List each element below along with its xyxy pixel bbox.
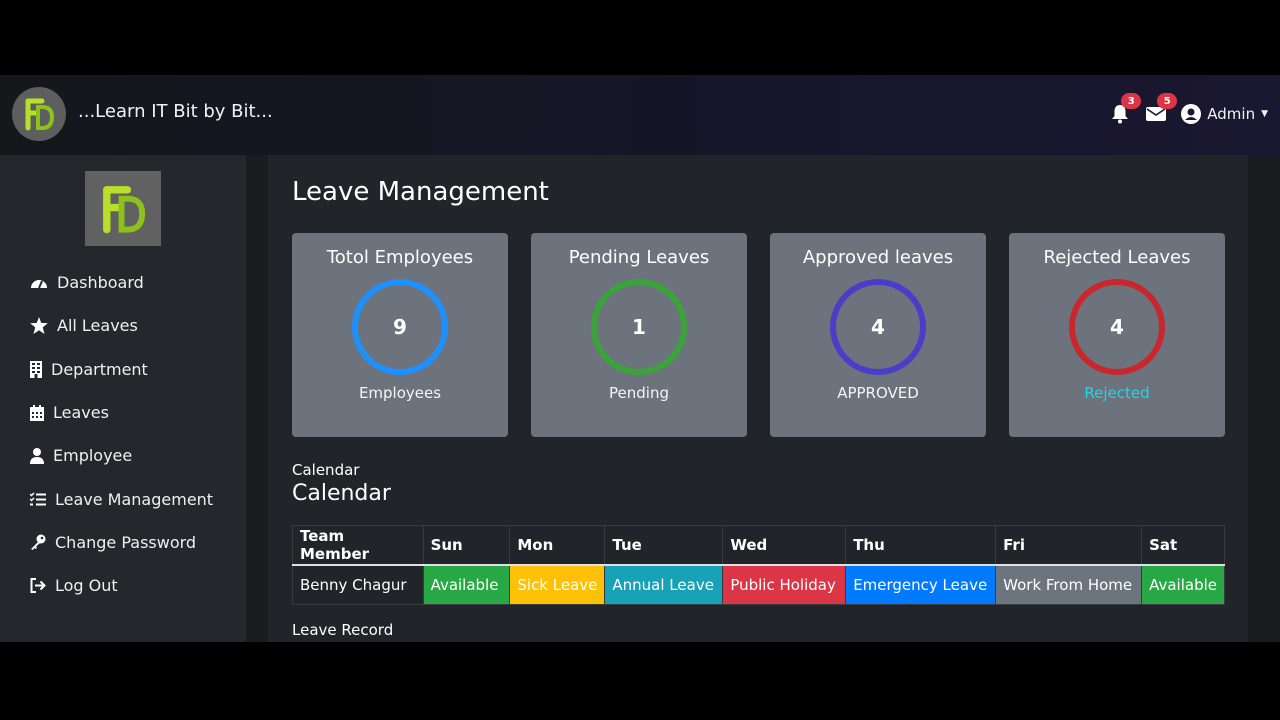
- user-menu-dropdown[interactable]: Admin ▼: [1181, 104, 1268, 124]
- fd-logo-icon: [25, 98, 55, 131]
- column-header: Sun: [422, 525, 511, 566]
- column-header: Fri: [995, 525, 1143, 566]
- sidebar-item-employee[interactable]: Employee: [0, 434, 246, 477]
- right-gutter: [1248, 155, 1280, 642]
- notifications-button[interactable]: 3: [1109, 93, 1142, 125]
- card-title: Totol Employees: [326, 247, 474, 268]
- star-icon: [30, 317, 48, 335]
- calendar-heading: Calendar: [292, 481, 391, 506]
- sidebar-item-leave-management[interactable]: Leave Management: [0, 477, 246, 520]
- sidebar-logo: [85, 171, 161, 246]
- notifications-badge: 3: [1121, 93, 1142, 109]
- sidebar-item-label: All Leaves: [57, 316, 138, 336]
- day-status-cell: Annual Leave: [604, 564, 724, 605]
- sidebar-item-label: Log Out: [55, 576, 118, 596]
- sidebar-menu: Dashboard All Leaves Department Leaves E…: [0, 261, 246, 607]
- card-ring: 4: [1069, 279, 1165, 375]
- sidebar-item-label: Change Password: [55, 532, 197, 552]
- stat-card-pending-leaves: Pending Leaves 1 Pending: [531, 233, 747, 437]
- card-value: 1: [632, 315, 646, 339]
- main-content: Leave Management Totol Employees 9 Emplo…: [268, 155, 1248, 642]
- card-ring: 4: [830, 279, 926, 375]
- card-value: 4: [1110, 315, 1124, 339]
- column-header: Team Member: [292, 525, 424, 566]
- day-status-cell: Available: [1141, 564, 1225, 605]
- sidebar-gutter: [246, 155, 268, 642]
- column-header: Sat: [1141, 525, 1225, 566]
- sidebar-item-change-password[interactable]: Change Password: [0, 521, 246, 564]
- messages-button[interactable]: 5: [1145, 93, 1178, 125]
- top-navbar: ...Learn IT Bit by Bit... 3 5 Admin ▼: [0, 75, 1280, 155]
- fd-logo-large-icon: [103, 185, 146, 233]
- sidebar-item-department[interactable]: Department: [0, 348, 246, 391]
- key-icon: [31, 534, 46, 551]
- card-value: 9: [393, 315, 407, 339]
- sidebar-item-log-out[interactable]: Log Out: [0, 564, 246, 607]
- logout-icon: [30, 578, 46, 594]
- caret-down-icon: ▼: [1261, 109, 1268, 119]
- card-ring: 1: [591, 279, 687, 375]
- column-header: Mon: [509, 525, 606, 566]
- sidebar-item-label: Employee: [53, 446, 133, 466]
- stat-cards: Totol Employees 9 Employees Pending Leav…: [292, 233, 1225, 437]
- calendar-header-row: Team Member Sun Mon Tue Wed Thu Fri Sat: [292, 525, 1225, 566]
- card-subtitle: Employees: [358, 384, 442, 402]
- dashboard-icon: [31, 279, 47, 289]
- day-status-cell: Sick Leave: [509, 564, 606, 605]
- calendar-table: Team Member Sun Mon Tue Wed Thu Fri Sat …: [292, 525, 1225, 605]
- column-header: Wed: [722, 525, 847, 566]
- card-value: 4: [871, 315, 885, 339]
- sidebar-item-leaves[interactable]: Leaves: [0, 391, 246, 434]
- sidebar-item-label: Department: [51, 359, 148, 379]
- card-title: Approved leaves: [802, 247, 954, 268]
- sidebar-item-label: Leaves: [53, 403, 109, 423]
- user-name: Admin: [1207, 105, 1256, 123]
- user-circle-icon: [1181, 104, 1202, 124]
- user-icon: [30, 447, 44, 464]
- card-title: Pending Leaves: [568, 247, 710, 268]
- app-window: ...Learn IT Bit by Bit... 3 5 Admin ▼ Da…: [0, 75, 1280, 642]
- sidebar-item-label: Dashboard: [57, 273, 144, 293]
- stat-card-approved-leaves: Approved leaves 4 APPROVED: [770, 233, 986, 437]
- column-header: Tue: [604, 525, 724, 566]
- day-status-cell: Public Holiday: [722, 564, 847, 605]
- card-subtitle: APPROVED: [837, 384, 919, 402]
- calendar-caption: Calendar: [292, 461, 360, 479]
- card-subtitle: Pending: [609, 384, 669, 402]
- card-ring: 9: [352, 279, 448, 375]
- day-status-cell: Available: [422, 564, 511, 605]
- calendar-icon: [30, 404, 44, 421]
- checklist-icon: [30, 492, 46, 506]
- messages-badge: 5: [1157, 93, 1178, 109]
- column-header: Thu: [845, 525, 997, 566]
- card-title: Rejected Leaves: [1043, 247, 1191, 268]
- sidebar: Dashboard All Leaves Department Leaves E…: [0, 155, 246, 642]
- brand-logo[interactable]: [12, 87, 66, 141]
- day-status-cell: Work From Home: [995, 564, 1143, 605]
- day-status-cell: Emergency Leave: [845, 564, 997, 605]
- navbar-actions: 3 5 Admin ▼: [1109, 93, 1268, 129]
- sidebar-item-all-leaves[interactable]: All Leaves: [0, 304, 246, 347]
- sidebar-item-label: Leave Management: [55, 489, 214, 509]
- stat-card-rejected-leaves: Rejected Leaves 4 Rejected: [1009, 233, 1225, 437]
- team-member-cell: Benny Chagur: [292, 564, 424, 605]
- brand-tagline: ...Learn IT Bit by Bit...: [78, 101, 273, 122]
- page-title: Leave Management: [292, 177, 549, 207]
- leave-record-heading: Leave Record: [292, 621, 394, 639]
- card-subtitle: Rejected: [1084, 384, 1150, 402]
- table-row: Benny Chagur Available Sick Leave Annual…: [292, 564, 1225, 605]
- sidebar-item-dashboard[interactable]: Dashboard: [0, 261, 246, 304]
- building-icon: [30, 360, 42, 378]
- stat-card-total-employees: Totol Employees 9 Employees: [292, 233, 508, 437]
